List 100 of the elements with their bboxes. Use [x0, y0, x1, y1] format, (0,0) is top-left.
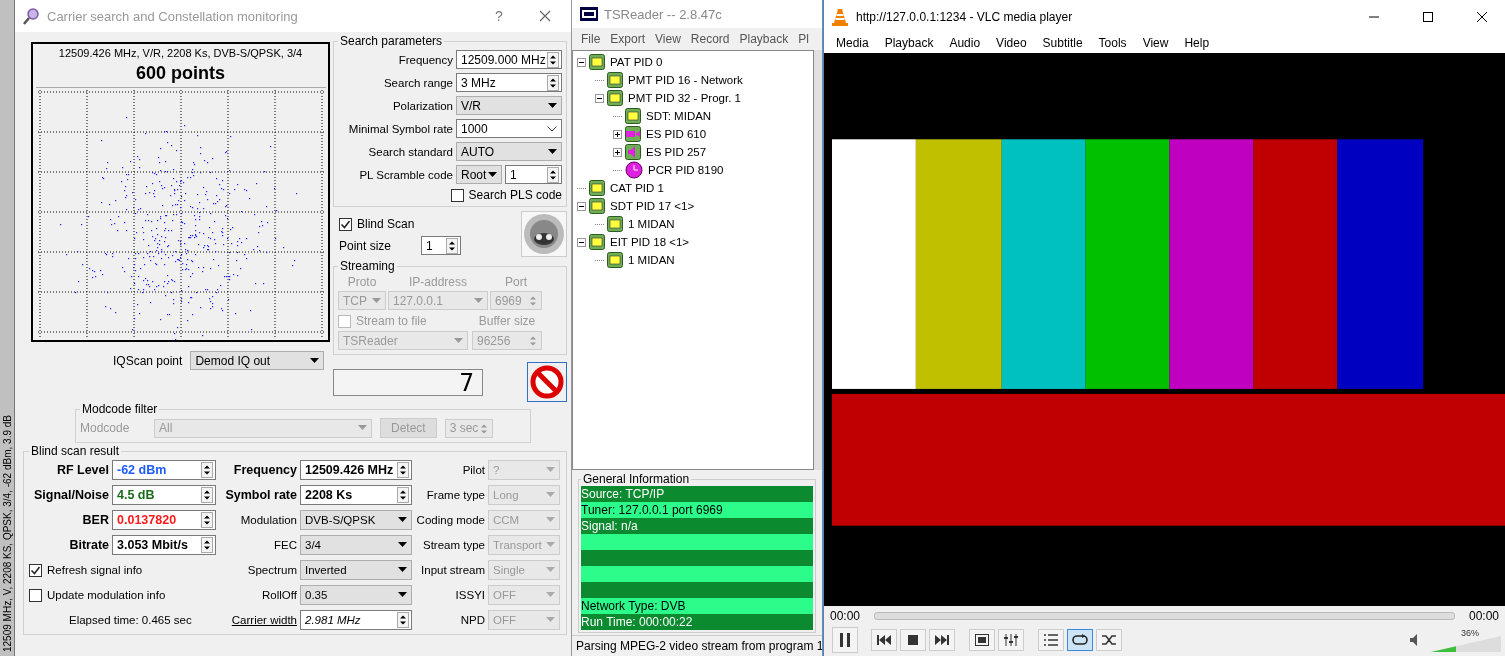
reading-field[interactable]: -62 dBm — [112, 460, 216, 480]
collapse-toggle[interactable] — [577, 237, 586, 247]
field-label: PL Scramble code — [359, 168, 453, 181]
checkbox-label: Refresh signal info — [47, 564, 143, 576]
menu-item[interactable]: View — [650, 32, 686, 46]
tree-item[interactable]: PMT PID 16 - Network — [626, 74, 743, 86]
equalizer-button[interactable] — [998, 629, 1024, 651]
reading-field[interactable]: 3.053 Mbit/s — [112, 535, 216, 555]
menu-item[interactable]: Export — [605, 32, 651, 46]
tree-item[interactable]: SDT: MIDAN — [644, 110, 712, 122]
checkbox[interactable] — [339, 217, 352, 231]
caret-icon — [398, 592, 407, 597]
field-label: Stream type — [422, 539, 485, 551]
collapse-toggle[interactable] — [595, 93, 604, 103]
tree-item[interactable]: ES PID 610 — [644, 128, 707, 140]
tree-item[interactable]: EIT PID 18 <1> — [608, 236, 690, 248]
menu-item[interactable]: Playback — [876, 36, 942, 50]
spin-arrows-icon — [547, 167, 559, 183]
menu-item[interactable]: Help — [1176, 36, 1218, 50]
next-button[interactable] — [929, 629, 955, 651]
combo-field[interactable]: 1000 — [456, 119, 562, 138]
menu-item[interactable]: Playback — [734, 32, 794, 46]
tree-item[interactable]: 1 MIDAN — [626, 218, 675, 230]
collapse-toggle[interactable] — [577, 57, 586, 67]
help-button[interactable]: ? — [479, 2, 519, 30]
speaker-icon — [625, 144, 641, 160]
tree-item[interactable]: CAT PID 1 — [608, 182, 664, 194]
stop-icon — [908, 635, 918, 645]
menu-item[interactable]: Audio — [941, 36, 989, 50]
caret-icon — [546, 517, 555, 522]
spin-arrows-icon — [547, 52, 559, 68]
caret-icon — [398, 517, 407, 522]
field-label: Coding mode — [415, 514, 485, 526]
spin-field[interactable]: 1 — [505, 165, 562, 184]
table-icon — [589, 234, 605, 250]
camera-icon — [625, 126, 641, 142]
tree-item[interactable]: PAT PID 0 — [608, 56, 663, 68]
app-logo-icon — [580, 7, 598, 21]
checkbox[interactable] — [29, 588, 42, 602]
dropdown-field[interactable]: Root — [456, 165, 502, 184]
dropdown-field[interactable]: AUTO — [456, 142, 562, 161]
collapse-toggle[interactable] — [577, 201, 586, 211]
group-title: Blind scan result — [30, 444, 121, 458]
menu-item[interactable]: Pl — [793, 32, 814, 46]
window-title: TSReader -- 2.8.47c — [604, 6, 722, 22]
dropdown-field[interactable]: V/R — [456, 96, 562, 115]
menu-item[interactable]: Subtitle — [1034, 36, 1091, 50]
signal-label: Bitrate — [68, 538, 109, 552]
menu-item[interactable]: Record — [685, 32, 735, 46]
menu-item[interactable]: View — [1134, 36, 1177, 50]
pause-button[interactable] — [832, 627, 858, 653]
tree-item[interactable]: PCR PID 8190 — [646, 164, 724, 176]
tree-item[interactable]: PMT PID 32 - Progr. 1 — [626, 92, 741, 104]
reading-field[interactable]: 0.0137820 — [112, 510, 216, 530]
dropdown-field[interactable]: Inverted — [300, 560, 412, 580]
shuffle-icon — [1102, 634, 1116, 646]
spin-field[interactable]: 2.981 MHz — [300, 610, 412, 630]
caret-icon — [474, 297, 483, 303]
field-label: Frequency — [232, 463, 297, 477]
expand-toggle[interactable] — [613, 129, 622, 139]
elapsed-time-text: Elapsed time: 0.465 sec — [68, 614, 193, 626]
loop-button[interactable] — [1067, 629, 1093, 651]
caret-icon — [398, 567, 407, 572]
menu-item[interactable]: Tools — [1090, 36, 1135, 50]
tree-item[interactable]: ES PID 257 — [644, 146, 707, 158]
spin-field[interactable]: 12509.000 MHz — [456, 50, 562, 69]
carrier-width-link[interactable]: Carrier width — [219, 614, 297, 626]
checkbox[interactable] — [450, 188, 464, 202]
previous-button[interactable] — [871, 629, 897, 651]
reading-field[interactable]: 4.5 dB — [112, 485, 216, 505]
spin-field[interactable]: 3 MHz — [456, 73, 562, 92]
spin-field[interactable]: 2208 Ks — [300, 485, 412, 505]
playlist-button[interactable] — [1038, 629, 1064, 651]
field-label: Search standard — [368, 145, 453, 158]
iqscan-point-dropdown[interactable]: Demod IQ out — [190, 351, 325, 370]
tree-item[interactable]: 1 MIDAN — [626, 254, 675, 266]
menu-item[interactable]: File — [576, 32, 606, 46]
menu-item[interactable]: Media — [828, 36, 877, 50]
tree-item[interactable]: SDT PID 17 <1> — [608, 200, 695, 212]
caret-icon — [488, 171, 497, 177]
dropdown-field[interactable]: DVB-S/QPSK — [300, 510, 412, 530]
stop-button[interactable] — [527, 362, 567, 402]
spin-arrows-icon — [446, 238, 459, 254]
spin-field[interactable]: 12509.426 MHz — [300, 460, 412, 480]
modcode-label: Modcode — [80, 421, 131, 435]
checkbox[interactable] — [29, 563, 42, 577]
caret-icon — [548, 148, 557, 154]
clock-icon — [625, 161, 643, 179]
dropdown-field[interactable]: 3/4 — [300, 535, 412, 555]
fullscreen-button[interactable] — [969, 629, 995, 651]
caret-icon — [398, 542, 407, 547]
expand-toggle[interactable] — [613, 147, 622, 157]
signal-label: RF Level — [55, 463, 109, 477]
menu-item[interactable]: Video — [988, 36, 1035, 50]
signal-label: BER — [81, 513, 109, 527]
dropdown-field[interactable]: 0.35 — [300, 585, 412, 605]
shuffle-button[interactable] — [1096, 629, 1122, 651]
caret-icon — [546, 467, 555, 472]
field-label: Modulation — [239, 514, 297, 526]
spin-field[interactable]: 1 — [421, 236, 462, 255]
